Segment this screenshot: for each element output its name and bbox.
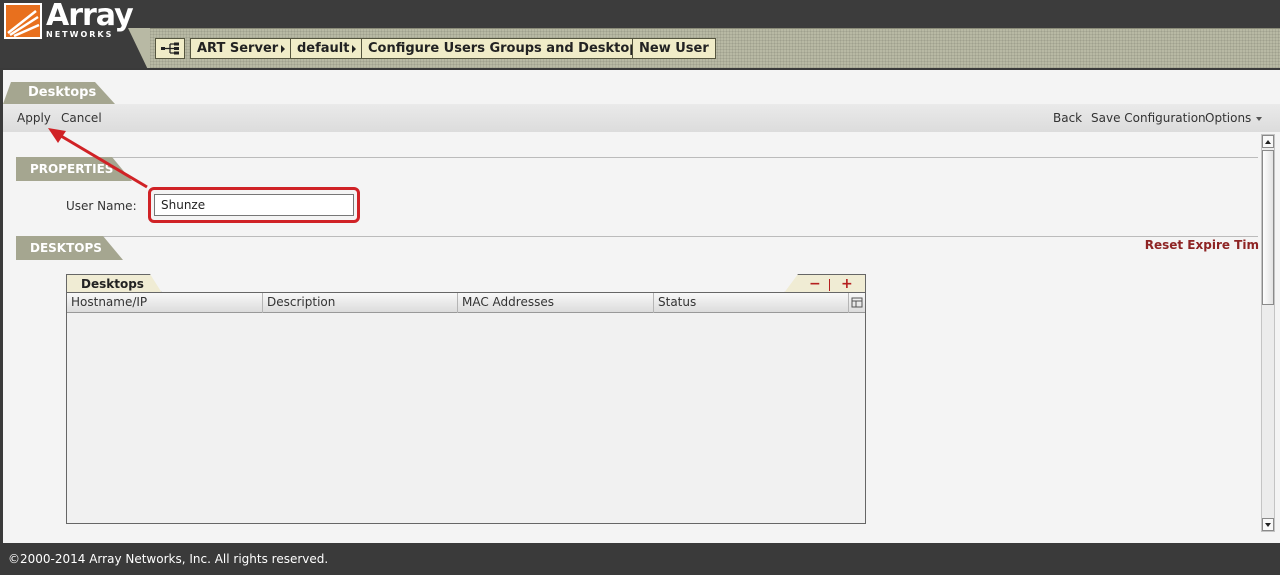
column-header-description[interactable]: Description — [263, 293, 458, 313]
grid-header-row: Hostname/IP Description MAC Addresses St… — [67, 293, 865, 313]
desktops-grid: Desktops − + Hostname/IP Description MAC… — [66, 274, 866, 524]
username-input[interactable] — [154, 194, 354, 216]
page-title-tab: Desktops — [3, 82, 115, 104]
brand-tagline: NETWORKS — [46, 30, 114, 39]
options-label: Options — [1205, 111, 1252, 125]
breadcrumb-configure-users[interactable]: Configure Users Groups and Desktops — [361, 38, 661, 59]
array-logo-icon — [4, 3, 42, 39]
desktops-section-title: DESKTOPS — [16, 236, 123, 260]
breadcrumb-label: New User — [639, 41, 709, 56]
section-divider — [16, 236, 1258, 237]
scroll-up-arrow-icon[interactable] — [1262, 135, 1274, 148]
brand-name: Array — [46, 0, 134, 33]
back-button[interactable]: Back — [1053, 111, 1082, 125]
add-desktop-button[interactable]: + — [841, 276, 853, 292]
main-panel: Desktops Apply Cancel Back Save Configur… — [3, 70, 1280, 543]
reset-expire-time-link[interactable]: Reset Expire Tim — [1145, 238, 1259, 252]
chevron-right-icon — [352, 44, 357, 53]
network-tree-icon — [161, 42, 180, 61]
scroll-down-arrow-icon[interactable] — [1262, 518, 1274, 531]
column-header-status[interactable]: Status — [654, 293, 849, 313]
breadcrumb-new-user[interactable]: New User — [632, 38, 716, 59]
breadcrumb-default[interactable]: default — [290, 38, 364, 59]
grid-title: Desktops — [66, 274, 162, 293]
breadcrumb-bar-edge — [128, 28, 152, 68]
column-header-mac-addresses[interactable]: MAC Addresses — [458, 293, 654, 313]
properties-section-title: PROPERTIES — [16, 157, 132, 181]
save-configuration-button[interactable]: Save Configuration — [1091, 111, 1206, 125]
vertical-scrollbar[interactable] — [1261, 134, 1275, 532]
cancel-button[interactable]: Cancel — [61, 111, 102, 125]
network-tree-button[interactable] — [155, 38, 185, 59]
scrollbar-thumb[interactable] — [1262, 150, 1274, 305]
toolbar: Apply Cancel Back Save Configuration Opt… — [3, 104, 1280, 132]
options-menu[interactable]: Options — [1205, 111, 1263, 125]
breadcrumb-label: Configure Users Groups and Desktops — [368, 41, 647, 56]
grid-controls: − + — [784, 274, 866, 293]
grid-body: Hostname/IP Description MAC Addresses St… — [66, 292, 866, 524]
breadcrumb-label: default — [297, 41, 350, 56]
app-header: Array NETWORKS ART Server default Config… — [0, 0, 1280, 68]
column-chooser-icon[interactable] — [849, 293, 865, 313]
apply-button[interactable]: Apply — [17, 111, 51, 125]
column-header-hostname[interactable]: Hostname/IP — [67, 293, 263, 313]
chevron-down-icon — [1256, 116, 1263, 121]
grid-controls-divider — [829, 279, 830, 291]
username-label: User Name: — [66, 199, 137, 213]
breadcrumb-art-server[interactable]: ART Server — [190, 38, 293, 59]
section-divider — [16, 157, 1258, 158]
remove-desktop-button[interactable]: − — [809, 276, 821, 292]
footer-copyright: ©2000-2014 Array Networks, Inc. All righ… — [0, 543, 1280, 575]
breadcrumb-label: ART Server — [197, 41, 279, 56]
chevron-right-icon — [281, 44, 286, 53]
